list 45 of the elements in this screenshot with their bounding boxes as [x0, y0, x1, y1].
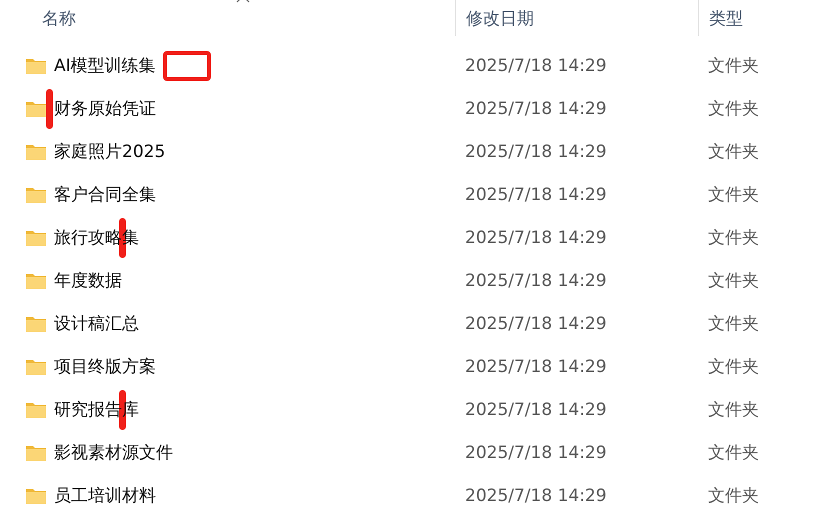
file-name[interactable]: 年度数据 [54, 269, 122, 292]
file-type: 文件夹 [707, 442, 760, 464]
file-name[interactable]: 客户合同全集 [54, 183, 156, 206]
modified-date: 2025/7/18 14:29 [464, 270, 608, 290]
folder-icon [25, 486, 47, 504]
column-header[interactable]: 类型 [709, 6, 743, 30]
file-type: 文件夹 [707, 55, 760, 77]
file-type: 文件夹 [707, 270, 760, 292]
modified-date: 2025/7/18 14:29 [464, 356, 608, 376]
modified-date: 2025/7/18 14:29 [464, 228, 608, 248]
file-type: 文件夹 [707, 98, 760, 120]
file-name[interactable]: 项目终版方案 [54, 355, 156, 378]
modified-date: 2025/7/18 14:29 [464, 314, 608, 334]
file-name[interactable]: 财务原始凭证 [54, 97, 156, 120]
file-name[interactable]: AI模型训练集 [54, 54, 156, 77]
modified-date: 2025/7/18 14:29 [464, 442, 608, 462]
modified-date: 2025/7/18 14:29 [464, 400, 608, 420]
file-name[interactable]: 员工培训材料 [54, 484, 156, 507]
folder-icon [25, 400, 47, 418]
folder-icon [25, 358, 47, 376]
file-name[interactable]: 家庭照片2025 [54, 140, 166, 163]
file-type: 文件夹 [707, 227, 760, 249]
folder-icon [25, 228, 47, 246]
modified-date: 2025/7/18 14:29 [464, 142, 608, 162]
folder-icon [25, 56, 47, 74]
file-type: 文件夹 [707, 356, 760, 378]
file-type: 文件夹 [707, 399, 760, 421]
modified-date: 2025/7/18 14:29 [464, 98, 608, 118]
folder-icon [25, 142, 47, 160]
modified-date: 2025/7/18 14:29 [464, 56, 608, 76]
file-type: 文件夹 [707, 184, 760, 206]
folder-icon [25, 100, 47, 118]
file-name[interactable]: 影视素材源文件 [54, 441, 173, 464]
folder-icon [25, 314, 47, 332]
file-name[interactable]: 设计稿汇总 [54, 312, 139, 335]
folder-icon [25, 444, 47, 462]
column-header[interactable]: 修改日期 [466, 6, 534, 30]
file-type: 文件夹 [707, 485, 760, 507]
modified-date: 2025/7/18 14:29 [464, 486, 608, 506]
folder-icon [25, 272, 47, 290]
modified-date: 2025/7/18 14:29 [464, 184, 608, 204]
column-header[interactable]: 名称 [42, 6, 76, 30]
folder-icon [25, 186, 47, 204]
file-type: 文件夹 [707, 141, 760, 163]
file-type: 文件夹 [707, 313, 760, 335]
